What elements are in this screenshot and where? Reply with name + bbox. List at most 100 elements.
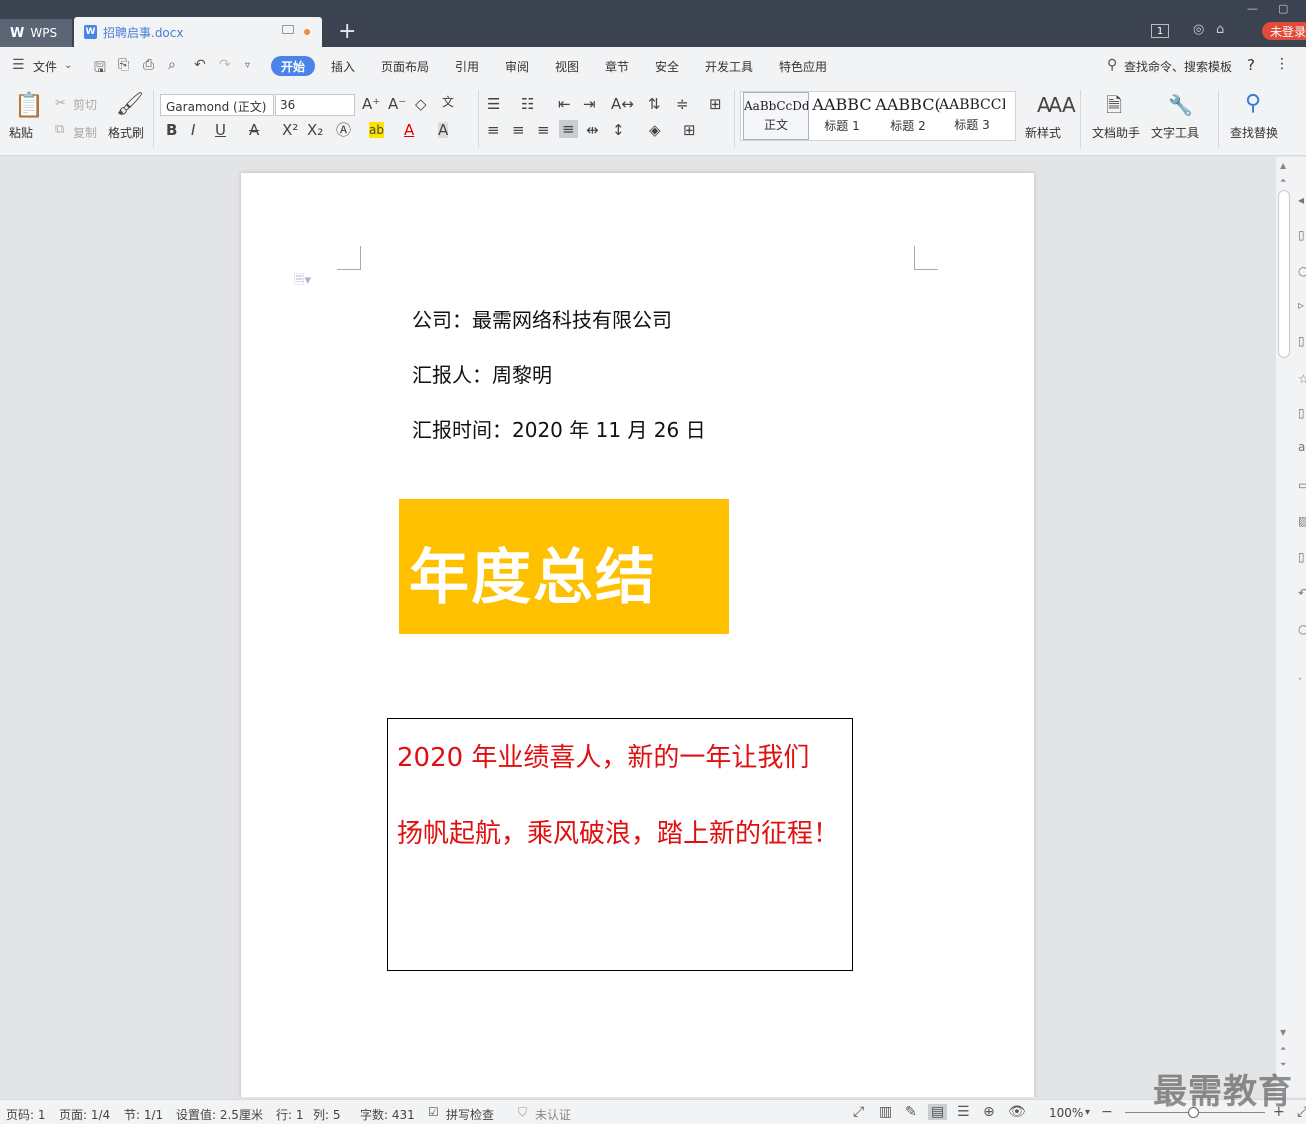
sidebar-style-icon[interactable]: ▹: [1298, 298, 1304, 312]
style-heading-1[interactable]: AABBC 标题 1: [809, 92, 875, 140]
clear-format-icon[interactable]: ◇: [415, 96, 427, 112]
window-count-badge[interactable]: 1: [1151, 24, 1169, 38]
document-page[interactable]: 🗏▾ 公司：最需网络科技有限公司 汇报人：周黎明 汇报时间：2020 年 11 …: [241, 173, 1034, 1097]
tab-page-layout[interactable]: 页面布局: [381, 58, 429, 75]
sidebar-box-icon[interactable]: ▯: [1298, 550, 1305, 564]
minimize-icon[interactable]: —: [1247, 2, 1258, 15]
undo-icon[interactable]: ↶: [194, 57, 206, 73]
copy-button[interactable]: 复制: [73, 124, 97, 141]
sidebar-form-icon[interactable]: ▭: [1298, 478, 1306, 492]
file-menu[interactable]: 文件: [33, 58, 57, 75]
cut-button[interactable]: 剪切: [73, 96, 97, 113]
style-heading-2[interactable]: AABBC( 标题 2: [875, 92, 941, 140]
tab-special-apps[interactable]: 特色应用: [779, 58, 827, 75]
spell-check-icon[interactable]: ☑: [428, 1105, 439, 1119]
zoom-dropdown-icon[interactable]: ▾: [1085, 1107, 1090, 1118]
sidebar-star-icon[interactable]: ☆: [1298, 372, 1306, 386]
tab-view[interactable]: 视图: [555, 58, 579, 75]
quick-access-dropdown-icon[interactable]: ▿: [245, 60, 250, 71]
new-style-button[interactable]: 新样式: [1025, 124, 1061, 141]
format-painter-button[interactable]: 格式刷: [108, 124, 144, 141]
company-line[interactable]: 公司：最需网络科技有限公司: [412, 304, 672, 333]
sort-icon[interactable]: ⇅: [648, 96, 661, 112]
paste-icon[interactable]: 📋: [14, 92, 44, 118]
edit-mode-icon[interactable]: ✎: [905, 1104, 917, 1120]
more-icon[interactable]: ⋮: [1275, 56, 1289, 72]
print-preview-icon[interactable]: ⌕: [168, 57, 176, 73]
text-effect-icon[interactable]: Ⓐ: [336, 122, 351, 138]
decrease-indent-icon[interactable]: ⇤: [558, 96, 571, 112]
text-direction-icon[interactable]: A↔: [611, 96, 634, 112]
search-icon[interactable]: ⚲: [1107, 57, 1117, 73]
tab-developer[interactable]: 开发工具: [705, 58, 753, 75]
row-status[interactable]: 行: 1: [276, 1106, 304, 1123]
login-button[interactable]: 未登录: [1262, 22, 1306, 40]
find-replace-icon[interactable]: ⚲: [1245, 92, 1261, 116]
prev-page-icon[interactable]: ⏶: [1280, 1044, 1286, 1054]
style-heading-3[interactable]: AABBCCI 标题 3: [939, 92, 1005, 140]
format-painter-icon[interactable]: 🖌: [116, 94, 144, 116]
reading-mode-icon[interactable]: ▥: [879, 1104, 892, 1120]
pinyin-icon[interactable]: 文: [442, 94, 454, 110]
zoom-out-icon[interactable]: −: [1101, 1104, 1113, 1120]
wps-home-tab[interactable]: W WPS: [0, 19, 72, 47]
style-normal[interactable]: AaBbCcDd 正文: [743, 92, 809, 140]
redo-icon[interactable]: ↷: [219, 57, 231, 73]
tab-review[interactable]: 审阅: [505, 58, 529, 75]
title-banner[interactable]: 年度总结: [399, 499, 729, 634]
sidebar-search-icon[interactable]: ○: [1298, 264, 1306, 278]
reporter-line[interactable]: 汇报人：周黎明: [412, 359, 552, 388]
align-center-icon[interactable]: ≡: [512, 122, 525, 138]
slogan-textbox[interactable]: 2020 年业绩喜人，新的一年让我们 扬帆起航，乘风破浪，踏上新的征程！: [387, 718, 853, 971]
underline-icon[interactable]: U: [215, 122, 226, 138]
tab-chapter[interactable]: 章节: [605, 58, 629, 75]
sidebar-image-icon[interactable]: ▨: [1298, 514, 1306, 528]
sidebar-copy-icon[interactable]: ▯: [1298, 334, 1305, 348]
help-icon[interactable]: ?: [1247, 56, 1255, 74]
font-size-select[interactable]: 36: [275, 94, 355, 116]
fullscreen-icon[interactable]: ⤢: [853, 1104, 864, 1120]
vertical-scrollbar[interactable]: [1278, 190, 1290, 358]
tab-references[interactable]: 引用: [455, 58, 479, 75]
print-icon[interactable]: ⎙: [143, 57, 154, 73]
section-status[interactable]: 节: 1/1: [124, 1106, 163, 1123]
grow-font-icon[interactable]: A⁺: [362, 96, 380, 112]
tab-home[interactable]: 开始: [271, 56, 315, 76]
sidebar-nav-icon[interactable]: ◂: [1298, 193, 1304, 207]
bold-icon[interactable]: B: [166, 122, 177, 138]
command-search[interactable]: 查找命令、搜索模板: [1124, 58, 1232, 75]
chevron-down-icon[interactable]: ⌄: [64, 60, 72, 71]
char-shading-icon[interactable]: A: [438, 122, 449, 138]
sidebar-clip-icon[interactable]: ▯: [1298, 406, 1305, 420]
strikethrough-icon[interactable]: A: [249, 122, 259, 138]
scroll-top-icon[interactable]: ⏶: [1280, 176, 1286, 186]
expand-icon[interactable]: ⤢: [1297, 1104, 1306, 1120]
line-spacing-icon[interactable]: ↕: [612, 122, 625, 138]
eye-protect-icon[interactable]: 👁: [1008, 1104, 1026, 1120]
doc-helper-icon[interactable]: 🗎: [1106, 94, 1122, 116]
export-icon[interactable]: ⎘: [118, 57, 129, 73]
monitor-icon[interactable]: [282, 25, 294, 34]
sidebar-undo-icon[interactable]: ↶: [1298, 586, 1306, 600]
new-style-icon[interactable]: ꜲA: [1037, 94, 1076, 116]
doc-helper-button[interactable]: 文档助手: [1092, 124, 1140, 141]
scroll-down-icon[interactable]: ▼: [1280, 1028, 1286, 1037]
outline-view-icon[interactable]: ☰: [957, 1104, 970, 1120]
cut-icon[interactable]: ✂: [55, 96, 66, 112]
skin-icon[interactable]: ◎: [1193, 22, 1204, 37]
word-count-status[interactable]: 字数: 431: [360, 1106, 415, 1123]
new-tab-button[interactable]: +: [338, 20, 356, 44]
save-icon[interactable]: 🖫: [94, 57, 106, 81]
copy-icon[interactable]: ⧉: [55, 122, 64, 138]
find-replace-button[interactable]: 查找替换: [1230, 124, 1278, 141]
font-name-select[interactable]: Garamond (正文): [160, 94, 274, 116]
numbered-list-icon[interactable]: ☷: [521, 96, 534, 112]
page-code-status[interactable]: 页码: 1: [6, 1106, 46, 1123]
page-count-status[interactable]: 页面: 1/4: [59, 1106, 110, 1123]
table-icon[interactable]: ⊞: [709, 96, 722, 112]
increase-indent-icon[interactable]: ⇥: [583, 96, 596, 112]
sidebar-text-icon[interactable]: a: [1298, 440, 1305, 454]
justify-icon[interactable]: ≡: [559, 120, 578, 138]
document-tab[interactable]: W 招聘启事.docx: [74, 17, 322, 47]
italic-icon[interactable]: I: [191, 122, 195, 138]
